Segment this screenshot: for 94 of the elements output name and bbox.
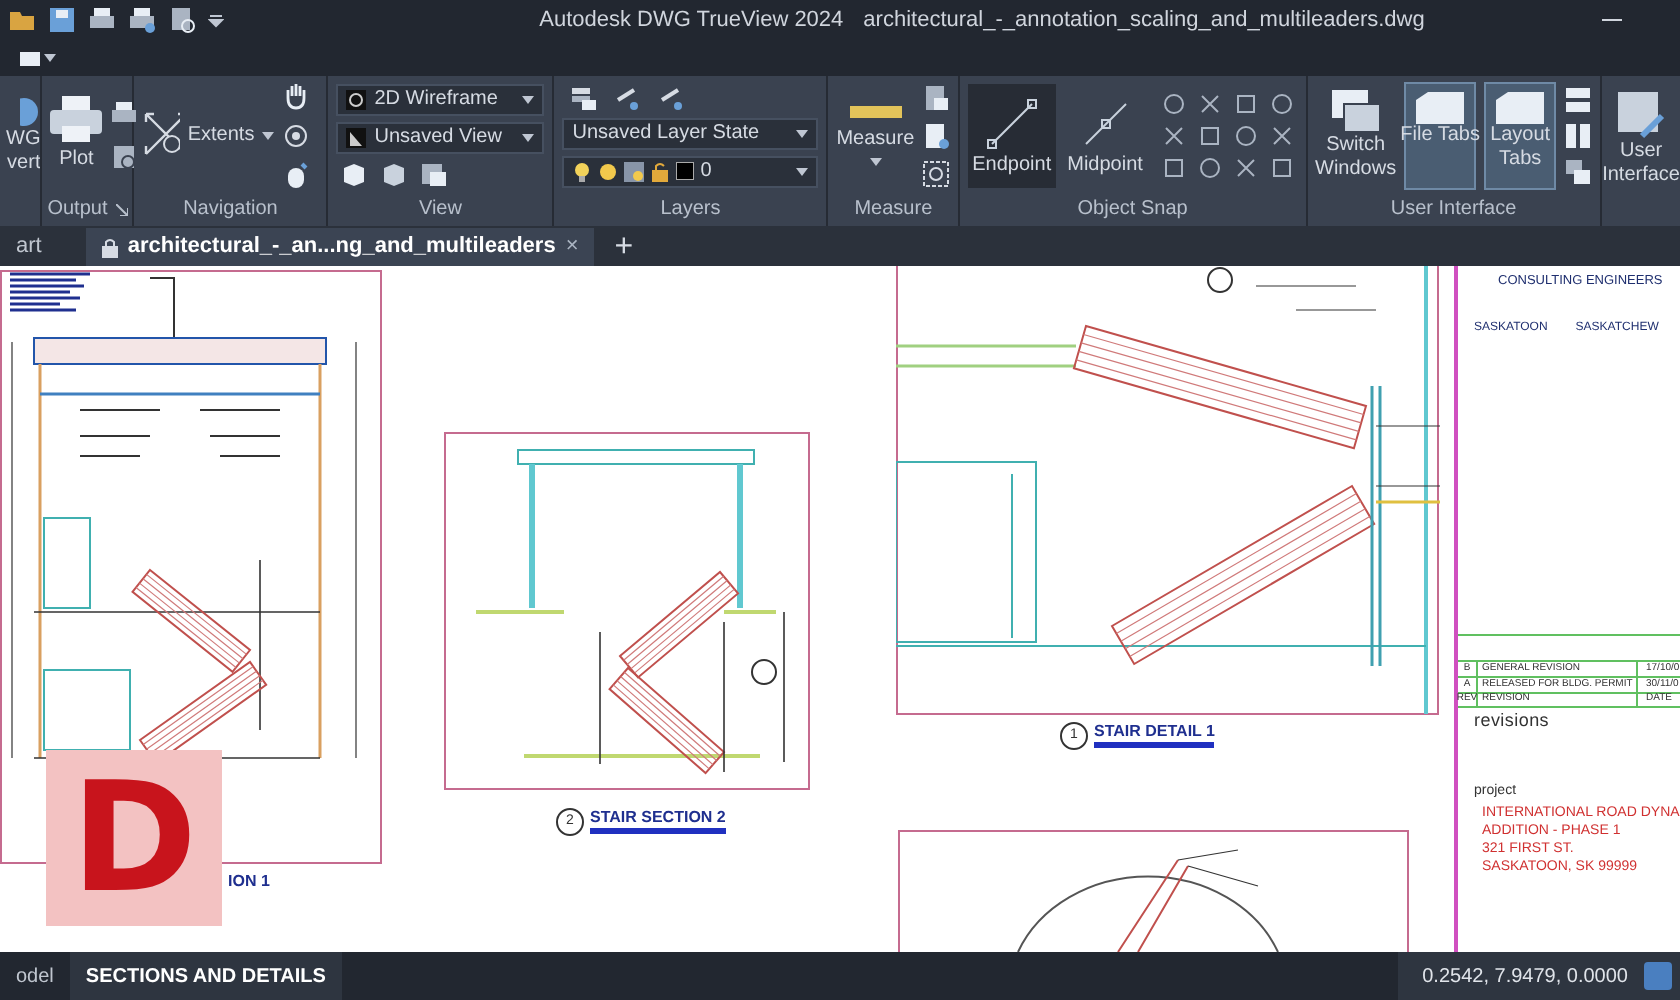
layer-isolate-icon[interactable] <box>658 83 687 111</box>
window-icon <box>20 51 40 65</box>
user-interface-button[interactable]: User Interface <box>1602 92 1680 188</box>
layout-tab[interactable]: SECTIONS AND DETAILS <box>69 952 342 1000</box>
lightbulb-icon[interactable] <box>572 161 593 181</box>
coordinates-readout: 0.2542, 7.9479, 0.0000 <box>1422 963 1628 991</box>
layout-tab[interactable]: odel <box>0 952 70 1000</box>
dropdown[interactable]: 2D Wireframe <box>336 83 545 115</box>
cascade-icon[interactable] <box>1564 157 1593 185</box>
color-swatch <box>676 162 695 180</box>
snap-extension-icon[interactable] <box>1234 155 1259 179</box>
pan-hand-icon[interactable] <box>282 81 311 109</box>
snap-tracking-icon[interactable] <box>1270 91 1295 115</box>
snap-magnet-icon[interactable] <box>1270 155 1295 179</box>
toggle-button[interactable]: Layout Tabs <box>1484 81 1557 189</box>
snap-button[interactable]: Midpoint <box>1063 83 1147 187</box>
clipboard-icon[interactable] <box>922 83 951 111</box>
extents-button[interactable]: Extents <box>187 120 275 150</box>
panel-title: User Interface <box>1390 200 1517 220</box>
new-tab-button[interactable]: + <box>598 228 650 266</box>
file-name: architectural_-_annotation_scaling_and_multileaders.dwg <box>863 5 1425 36</box>
app-title: Autodesk DWG TrueView 2024 <box>539 5 844 36</box>
layer-isolate-icon[interactable] <box>614 83 643 111</box>
section-title: ION 1 <box>228 870 270 894</box>
wireframe-icon <box>346 89 367 109</box>
print-icon[interactable] <box>110 99 139 127</box>
revisions-label: revisions <box>1474 707 1552 734</box>
caret-icon[interactable] <box>262 131 275 139</box>
orbit-icon[interactable] <box>282 121 311 149</box>
convert-button[interactable]: WG vert <box>6 95 41 175</box>
dropdown[interactable]: Unsaved View <box>336 121 545 153</box>
panel-title: Layers <box>660 200 721 220</box>
sun-icon[interactable] <box>598 161 619 181</box>
workspace-button[interactable] <box>16 51 60 65</box>
mouse-icon[interactable] <box>282 161 311 189</box>
windows-icon <box>1331 89 1380 133</box>
cube-icon[interactable] <box>340 159 369 187</box>
caret-icon[interactable] <box>796 167 809 175</box>
layer-properties-icon[interactable] <box>570 83 599 111</box>
tile-horizontal-icon[interactable] <box>1564 85 1593 113</box>
print-icon[interactable] <box>128 6 156 34</box>
tile-vertical-icon[interactable] <box>1564 121 1593 149</box>
caret-icon[interactable] <box>44 54 56 62</box>
panel-title: Output <box>47 200 108 220</box>
app-logo: D <box>46 750 222 926</box>
file-tab[interactable]: architectural_-_an...ng_and_multileaders × <box>85 228 595 266</box>
switch-windows-button[interactable]: Switch Windows <box>1315 89 1397 181</box>
section-title: STAIR SECTION 2 <box>590 808 726 834</box>
panel-title: Object Snap <box>1077 200 1188 220</box>
save-icon[interactable] <box>48 6 76 34</box>
snap-node-icon[interactable] <box>1162 123 1187 147</box>
panel-title: View <box>418 200 462 220</box>
preview-icon[interactable] <box>168 6 196 34</box>
unlocked-icon[interactable] <box>650 161 671 181</box>
print-icon[interactable] <box>88 6 116 34</box>
launcher-icon[interactable] <box>115 204 128 216</box>
view-manager-icon[interactable] <box>420 159 449 187</box>
panel-title: Navigation <box>183 200 278 220</box>
caret-icon[interactable] <box>522 95 535 103</box>
customize-icon[interactable] <box>208 12 224 28</box>
caret-icon[interactable] <box>522 133 535 141</box>
caret-icon[interactable] <box>796 129 809 137</box>
zoom-icon[interactable] <box>922 159 951 187</box>
dropdown[interactable]: Unsaved Layer State <box>562 117 819 149</box>
snap-perpendicular-icon[interactable] <box>1162 155 1187 179</box>
cube-icon[interactable] <box>380 159 409 187</box>
section-title: STAIR DETAIL 1 <box>1094 722 1215 748</box>
snap-quadrant-icon[interactable] <box>1198 123 1223 147</box>
close-tab-button[interactable]: × <box>565 230 579 264</box>
printer-icon <box>50 96 103 144</box>
measure-button[interactable]: Measure <box>836 104 915 166</box>
open-folder-icon[interactable] <box>8 6 36 34</box>
snap-parallel-icon[interactable] <box>1198 155 1223 179</box>
document-icon[interactable] <box>922 121 951 149</box>
tab-icon <box>1496 91 1545 123</box>
layer-dropdown[interactable]: 0 <box>562 155 819 187</box>
file-tab[interactable]: art <box>0 228 58 266</box>
tab-icon <box>1416 91 1465 123</box>
viewport-icon[interactable] <box>624 161 645 181</box>
snap-tangent-icon[interactable] <box>1234 123 1259 147</box>
snap-insertion-icon[interactable] <box>1270 123 1295 147</box>
panel-title: Measure <box>854 200 933 220</box>
snap-intersection-icon[interactable] <box>1198 91 1223 115</box>
view-icon <box>346 127 367 147</box>
caret-icon[interactable] <box>869 158 882 166</box>
toggle-button[interactable]: File Tabs <box>1404 81 1477 189</box>
ruler-icon <box>849 104 902 120</box>
line-segment-icon <box>985 97 1038 149</box>
snap-apparent-icon[interactable] <box>1234 91 1259 115</box>
convert-icon <box>20 95 41 127</box>
snap-center-icon[interactable] <box>1162 91 1187 115</box>
plot-button[interactable]: Plot <box>50 96 103 174</box>
interface-settings-icon <box>1617 92 1666 140</box>
snap-button[interactable]: Endpoint <box>968 83 1056 187</box>
